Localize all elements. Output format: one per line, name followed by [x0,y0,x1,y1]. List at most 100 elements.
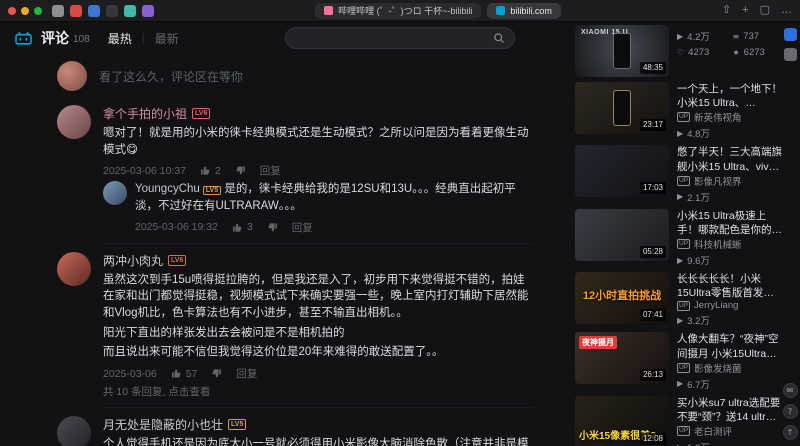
video-duration: 17:03 [639,182,666,195]
reply-button[interactable]: 回复 [260,163,281,178]
uploader-name[interactable]: 新英伟视角 [694,110,742,124]
help-icon[interactable]: ? [782,404,798,419]
uploader-name[interactable]: JerryLiang [694,300,738,311]
comment-username[interactable]: 月无处是隐蔽的小也壮 [103,416,223,433]
play-count: ▶ 4.2万 [677,31,710,44]
app-shortcut-icon[interactable] [783,48,797,61]
extension-icon[interactable] [124,4,136,17]
feedback-icon[interactable]: ✉ [782,383,798,398]
window-controls [8,6,42,15]
comment-item: 月无处是隐蔽的小也壮 LV5 个人觉得手机还是因为底大小一号就必须得用小米影像大… [0,410,562,446]
minimize-window-button[interactable] [21,6,29,15]
like-button[interactable]: 57 [171,368,197,380]
dislike-button[interactable] [267,222,278,233]
video-card[interactable]: XIAOMI 15 U 48:35 ▶ 4.2万 ≡ 737 ♡ 4273 ★ 6273 [575,25,782,77]
favorite-count: ★ 6273 [732,47,765,58]
video-thumbnail[interactable]: 05:28 [575,208,669,261]
play-count: 4.8万 [687,129,710,141]
extension-icon[interactable] [70,4,82,17]
reply-username[interactable]: YoungcyChu [135,183,200,195]
video-thumbnail[interactable]: 17:03 [575,145,669,198]
video-duration: 05:28 [639,245,666,258]
video-card[interactable]: 05:28 小米15 Ultra极速上手！哪款配色是你的菜？ UP科技机械蜥 ▶… [575,208,782,267]
uploader-name[interactable]: 影像发烧菌 [694,361,742,375]
dislike-button[interactable] [235,165,246,176]
extension-icon[interactable] [88,4,100,17]
search-input[interactable] [285,27,515,49]
play-icon: ▶ [677,128,684,138]
video-card[interactable]: 小米15像素很差? 12:08 买小米su7 ultra选配要不要“颈”？送14… [575,395,782,446]
tab-newest[interactable]: 最新 [155,30,179,47]
tab-overview-icon[interactable]: ▢ [760,5,770,16]
danmaku-icon: ≡ [732,31,740,41]
new-tab-icon[interactable]: + [742,5,748,16]
up-icon: UP [677,175,691,186]
video-thumbnail[interactable]: 夜神摄月 26:13 [575,332,669,385]
up-icon: UP [677,112,691,123]
video-title[interactable]: 憋了半天！三大高端旗舰小米15 Ultra、vivo X200 Ul... [677,145,782,173]
more-menu-icon[interactable]: … [781,5,792,16]
danmaku-count: ≡ 737 [732,30,760,42]
avatar[interactable] [57,105,91,139]
close-window-button[interactable] [8,6,16,15]
extension-icon[interactable] [106,4,118,17]
bilibili-logo[interactable] [14,31,33,46]
reply-item: YoungcyChu LV5 是的，徕卡经典给我的是12SU和13U。。。经典直出… [103,181,534,237]
app-shortcut-icon[interactable] [783,28,797,41]
back-to-top-icon[interactable]: ↑ [782,425,798,440]
avatar[interactable] [57,251,91,286]
video-title[interactable]: 买小米su7 ultra选配要不要“颈”？送14 ultra回家的老表 [677,396,782,424]
play-icon: ▶ [677,192,684,202]
video-title[interactable]: 长长长长长！小米15Ultra零售版首发开箱体验 [677,272,782,300]
video-thumbnail[interactable]: XIAOMI 15 U 48:35 [575,25,669,77]
uploader-name[interactable]: 影像凡视界 [694,174,742,188]
video-title[interactable]: 人像大翻车？“夜神”空间摄月 小米15Ultra影像解析 [677,332,782,360]
video-duration: 23:17 [639,119,666,131]
video-card[interactable]: 17:03 憋了半天！三大高端旗舰小米15 Ultra、vivo X200 Ul… [575,145,782,204]
share-icon[interactable]: ⇧ [722,5,731,16]
extension-icon[interactable] [52,4,64,17]
composer-placeholder: 看了这么久，评论区在等你 [99,69,244,84]
like-button[interactable]: 2 [200,165,221,177]
comments-section: 评论 108 最热 | 最新 看了这么久，评论区在等你 拿个手拍的小祖 LV6 [0,22,562,446]
reply-button[interactable]: 回复 [292,220,313,235]
dislike-button[interactable] [211,368,222,379]
like-icon: ♡ [677,48,685,57]
video-card[interactable]: 12小时直拍挑战 07:41 长长长长长！小米15Ultra零售版首发开箱体验 … [575,272,782,327]
address-bar[interactable]: bilibili.com [487,2,561,19]
video-title[interactable]: 小米15 Ultra极速上手！哪款配色是你的菜？ [677,209,782,237]
play-count: 3.2万 [687,316,710,328]
avatar[interactable] [57,416,91,446]
avatar[interactable] [103,181,127,206]
browser-tab[interactable]: 哔哩哔哩 (゜-゜)つロ 干杯~-bilibili [315,2,482,19]
video-duration: 12:08 [639,432,666,445]
uploader-name[interactable]: 科技机械蜥 [694,237,742,251]
uploader-name[interactable]: 老白测评 [694,424,732,438]
video-thumbnail[interactable]: 12小时直拍挑战 07:41 [575,272,669,325]
video-card[interactable]: 夜神摄月 26:13 人像大翻车？“夜神”空间摄月 小米15Ultra影像解析 … [575,332,782,391]
reply-button[interactable]: 回复 [236,366,257,381]
video-duration: 48:35 [639,62,666,74]
comments-title: 评论 [41,30,69,46]
video-thumbnail[interactable]: 小米15像素很差? 12:08 [575,395,669,446]
level-badge: LV6 [192,108,211,119]
comment-text: 虽然这次到手15u喷得挺拉胯的，但是我还是入了，初步用下来觉得挺不错的，拍娃在家… [103,273,529,359]
thumbnail-overlay-badge: 夜神摄月 [579,336,617,350]
thumbnail-overlay-text: XIAOMI 15 U [581,29,629,36]
extension-icon[interactable] [142,4,154,17]
zoom-window-button[interactable] [34,6,42,15]
reply-date: 2025-03-06 19:32 [135,221,218,234]
video-duration: 07:41 [639,309,666,322]
comment-username[interactable]: 拿个手拍的小祖 [103,105,187,122]
comment-username[interactable]: 两冲小肉丸 [103,252,163,269]
like-button[interactable]: 3 [232,221,253,233]
video-title[interactable]: 一个天上，一个地下！小米15 Ultra、iPhone16 Pr... [677,82,782,110]
related-videos: XIAOMI 15 U 48:35 ▶ 4.2万 ≡ 737 ♡ 4273 ★ 6273… [562,22,800,446]
video-thumbnail[interactable]: 23:17 [575,82,669,134]
comment-composer[interactable]: 看了这么久，评论区在等你 [0,54,562,99]
video-card[interactable]: 23:17 一个天上，一个地下！小米15 Ultra、iPhone16 Pr..… [575,82,782,140]
view-replies-link[interactable]: 共 10 条回复, 点击查看 [103,384,534,399]
avatar[interactable] [57,61,87,91]
tab-hottest[interactable]: 最热 [108,30,132,47]
level-badge: LV5 [202,186,222,196]
